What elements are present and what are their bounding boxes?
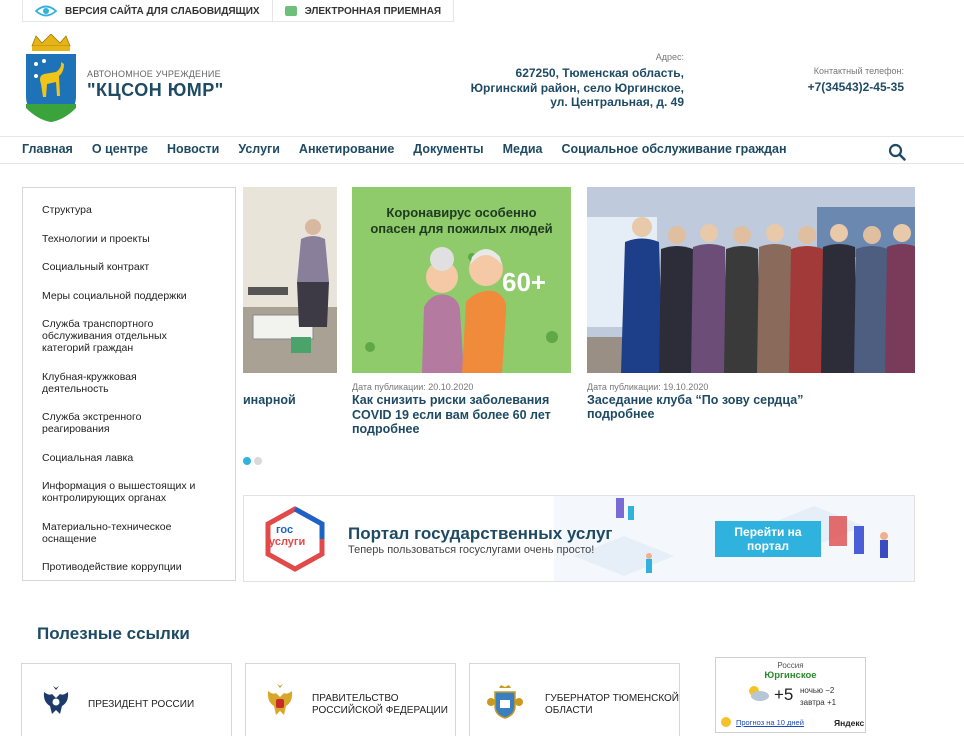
golden-eagle-icon [267, 684, 293, 715]
weather-tomorrow: завтра +1 [800, 698, 837, 707]
nav-item-services[interactable]: Услуги [238, 142, 280, 156]
weather-city: Юргинское [764, 670, 817, 681]
club-group-photo [587, 187, 915, 373]
weather-forecast-link[interactable]: Прогноз на 10 дней [736, 718, 804, 727]
nav-item-media[interactable]: Медиа [503, 142, 543, 156]
sidebar-item-social-shop[interactable]: Социальная лавка [42, 452, 222, 464]
address: 627250, Тюменская область, Юргинский рай… [471, 66, 684, 110]
news-image-partial[interactable] [243, 187, 337, 373]
electronic-reception-link[interactable]: ЭЛЕКТРОННАЯ ПРИЕМНАЯ [273, 0, 455, 22]
address-line: Юргинский район, село Юргинское, [470, 80, 684, 95]
coat-of-arms-logo[interactable] [24, 34, 78, 124]
gosuslugi-banner[interactable]: гос услуги Портал государственных услуг … [243, 495, 915, 582]
weather-country: Россия [777, 661, 804, 670]
sidebar-item-club-activity[interactable]: Клубная-кружковая деятельность [42, 371, 162, 395]
seminar-photo [243, 187, 337, 373]
news-image-club[interactable] [587, 187, 915, 373]
address-line: 627250, Тюменская область, [515, 66, 684, 80]
weather-temperature: +5 [774, 685, 794, 704]
news-title-partial[interactable]: инарной [243, 393, 296, 408]
tyumen-coat-of-arms-icon [487, 685, 523, 719]
accessibility-version-label: ВЕРСИЯ САЙТА ДЛЯ СЛАБОВИДЯЩИХ [65, 5, 260, 17]
link-card-governor-label: ГУБЕРНАТОР ТЮМЕНСКОЙ ОБЛАСТИ [545, 693, 679, 716]
news-more-link[interactable]: подробнее [587, 407, 654, 422]
nav-item-about[interactable]: О центре [92, 142, 148, 156]
eye-icon [35, 5, 57, 17]
phone-number[interactable]: +7(34543)2-45-35 [808, 80, 904, 94]
news-more-link[interactable]: подробнее [352, 422, 419, 437]
yandex-logo[interactable]: Яндекс [834, 718, 864, 728]
sidebar-item-social-contract[interactable]: Социальный контракт [42, 261, 222, 273]
weather-widget[interactable]: Россия Юргинское +5 ночью −2 завтра +1 П… [715, 657, 866, 733]
sidebar-item-emergency-service[interactable]: Служба экстренного реагирования [42, 411, 162, 435]
main-navigation: Главная О центре Новости Услуги Анкетиро… [0, 136, 964, 164]
covid-poster-title: Коронавирус особенно опасен для пожилых … [370, 205, 553, 236]
gosuslugi-logo-text-line1: гос [276, 524, 294, 536]
link-card-president[interactable]: ПРЕЗИДЕНТ РОССИИ [21, 663, 232, 736]
nav-item-news[interactable]: Новости [167, 142, 219, 156]
news-date: Дата публикации: 20.10.2020 [352, 382, 474, 392]
covid-poster-age: 60+ [502, 267, 547, 297]
link-card-governor[interactable]: ГУБЕРНАТОР ТЮМЕНСКОЙ ОБЛАСТИ [469, 663, 680, 736]
nav-item-home[interactable]: Главная [22, 142, 73, 156]
banner-title: Портал государственных услуг [348, 524, 613, 543]
link-card-president-label: ПРЕЗИДЕНТ РОССИИ [88, 699, 195, 710]
partly-cloudy-icon [749, 686, 769, 701]
sidebar-item-structure[interactable]: Структура [42, 204, 222, 216]
sidebar-item-transport-service[interactable]: Служба транспортного обслуживания отдель… [42, 318, 192, 354]
sidebar-item-anticorruption[interactable]: Противодействие коррупции [42, 561, 222, 573]
news-date: Дата публикации: 19.10.2020 [587, 382, 709, 392]
sidebar-menu: Структура Технологии и проекты Социальны… [22, 187, 236, 581]
nav-item-social-service[interactable]: Социальное обслуживание граждан [562, 142, 787, 156]
nav-item-survey[interactable]: Анкетирование [299, 142, 394, 156]
phone-label: Контактный телефон: [813, 66, 904, 76]
news-title[interactable]: Как снизить риски заболевания COVID 19 е… [352, 393, 562, 422]
news-title[interactable]: Заседание клуба “По зову сердца” [587, 393, 907, 408]
double-headed-eagle-icon [43, 686, 69, 714]
weather-night: ночью −2 [800, 686, 835, 695]
top-utility-bar: ВЕРСИЯ САЙТА ДЛЯ СЛАБОВИДЯЩИХ ЭЛЕКТРОННА… [22, 0, 455, 22]
link-card-government-label: ПРАВИТЕЛЬСТВО РОССИЙСКОЙ ФЕДЕРАЦИИ [312, 693, 448, 716]
sidebar-item-support-measures[interactable]: Меры социальной поддержки [42, 290, 222, 302]
sun-icon [721, 717, 731, 727]
sidebar-item-technologies[interactable]: Технологии и проекты [42, 233, 222, 245]
search-icon[interactable] [888, 143, 906, 161]
electronic-reception-label: ЭЛЕКТРОННАЯ ПРИЕМНАЯ [304, 5, 442, 17]
slider-dot[interactable] [254, 457, 262, 465]
address-line: ул. Центральная, д. 49 [550, 95, 684, 109]
address-label: Адрес: [655, 52, 684, 62]
sidebar-item-authorities[interactable]: Информация о вышестоящих и контролирующи… [42, 480, 207, 504]
sidebar-item-equipment[interactable]: Материально-техническое оснащение [42, 521, 182, 545]
gosuslugi-logo-text-line2: услуги [269, 536, 306, 548]
banner-subtitle: Теперь пользоваться госуслугами очень пр… [348, 544, 595, 556]
news-image-covid[interactable]: Коронавирус особенно опасен для пожилых … [352, 187, 571, 373]
useful-links-title: Полезные ссылки [37, 624, 190, 643]
slider-dot-active[interactable] [243, 457, 251, 465]
go-to-portal-button[interactable]: Перейти на портал [715, 521, 821, 557]
accessibility-version-link[interactable]: ВЕРСИЯ САЙТА ДЛЯ СЛАБОВИДЯЩИХ [22, 0, 273, 22]
org-name[interactable]: "КЦСОН ЮМР" [87, 80, 224, 101]
org-subtitle: АВТОНОМНОЕ УЧРЕЖДЕНИЕ [87, 69, 221, 79]
chat-icon [284, 6, 297, 16]
link-card-government[interactable]: ПРАВИТЕЛЬСТВО РОССИЙСКОЙ ФЕДЕРАЦИИ [245, 663, 456, 736]
nav-item-documents[interactable]: Документы [413, 142, 483, 156]
